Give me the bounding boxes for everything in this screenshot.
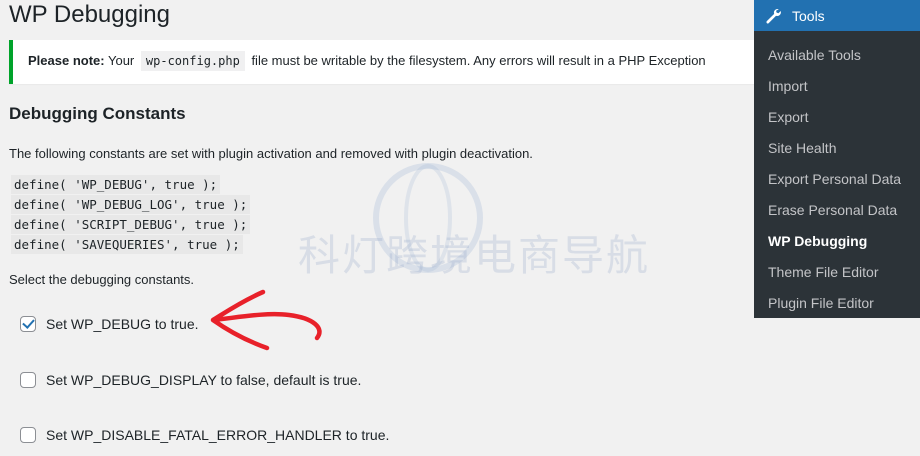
menu-item-site-health[interactable]: Site Health xyxy=(754,133,920,164)
disable-fatal-error-handler-checkbox[interactable] xyxy=(20,427,36,443)
notice-text-before: Your xyxy=(107,53,135,68)
section-title: Debugging Constants xyxy=(9,104,186,123)
menu-item-import[interactable]: Import xyxy=(754,71,920,102)
notice-code: wp-config.php xyxy=(140,51,245,71)
notice-text: Please note: Your wp-config.php file mus… xyxy=(28,51,706,71)
option-wp-debug-display[interactable]: Set WP_DEBUG_DISPLAY to false, default i… xyxy=(20,372,361,388)
globe-icon xyxy=(373,163,483,273)
option-wp-debug[interactable]: Set WP_DEBUG to true. xyxy=(20,316,199,332)
code-block: define( 'WP_DEBUG', true ); define( 'WP_… xyxy=(11,175,251,255)
select-label: Select the debugging constants. xyxy=(9,272,195,287)
watermark: 科灯跨境电商导航 xyxy=(298,160,658,280)
notice-banner: Please note: Your wp-config.php file mus… xyxy=(9,40,779,84)
notice-text-after: file must be writable by the filesystem.… xyxy=(251,53,706,68)
menu-item-available-tools[interactable]: Available Tools xyxy=(754,40,920,71)
menu-item-plugin-file-editor[interactable]: Plugin File Editor xyxy=(754,288,920,319)
menu-item-wp-debugging[interactable]: WP Debugging xyxy=(754,226,920,257)
menu-item-export-personal-data[interactable]: Export Personal Data xyxy=(754,164,920,195)
menu-item-theme-file-editor[interactable]: Theme File Editor xyxy=(754,257,920,288)
menu-item-erase-personal-data[interactable]: Erase Personal Data xyxy=(754,195,920,226)
wrench-icon xyxy=(766,8,781,23)
annotation-arrow-icon xyxy=(210,289,322,351)
tools-submenu: Available Tools Import Export Site Healt… xyxy=(754,40,920,319)
page-title: WP Debugging xyxy=(9,1,170,28)
notice-prefix: Please note: xyxy=(28,53,105,68)
wp-debug-display-checkbox[interactable] xyxy=(20,372,36,388)
code-line: define( 'WP_DEBUG_LOG', true ); xyxy=(11,195,251,214)
tools-menu-title: Tools xyxy=(792,7,825,24)
option-label: Set WP_DEBUG_DISPLAY to false, default i… xyxy=(46,372,362,388)
code-line: define( 'SAVEQUERIES', true ); xyxy=(11,235,243,254)
code-line: define( 'SCRIPT_DEBUG', true ); xyxy=(11,215,251,234)
menu-item-export[interactable]: Export xyxy=(754,102,920,133)
option-disable-fatal-error-handler[interactable]: Set WP_DISABLE_FATAL_ERROR_HANDLER to tr… xyxy=(20,427,389,443)
tools-menu-header[interactable]: Tools xyxy=(754,0,920,31)
option-label: Set WP_DEBUG to true. xyxy=(46,316,199,332)
tools-flyout-menu: Tools Available Tools Import Export Site… xyxy=(754,0,920,318)
section-description: The following constants are set with plu… xyxy=(9,146,533,161)
wp-debug-checkbox[interactable] xyxy=(20,316,36,332)
watermark-text: 科灯跨境电商导航 xyxy=(298,231,651,280)
option-label: Set WP_DISABLE_FATAL_ERROR_HANDLER to tr… xyxy=(46,427,390,443)
code-line: define( 'WP_DEBUG', true ); xyxy=(11,175,221,194)
